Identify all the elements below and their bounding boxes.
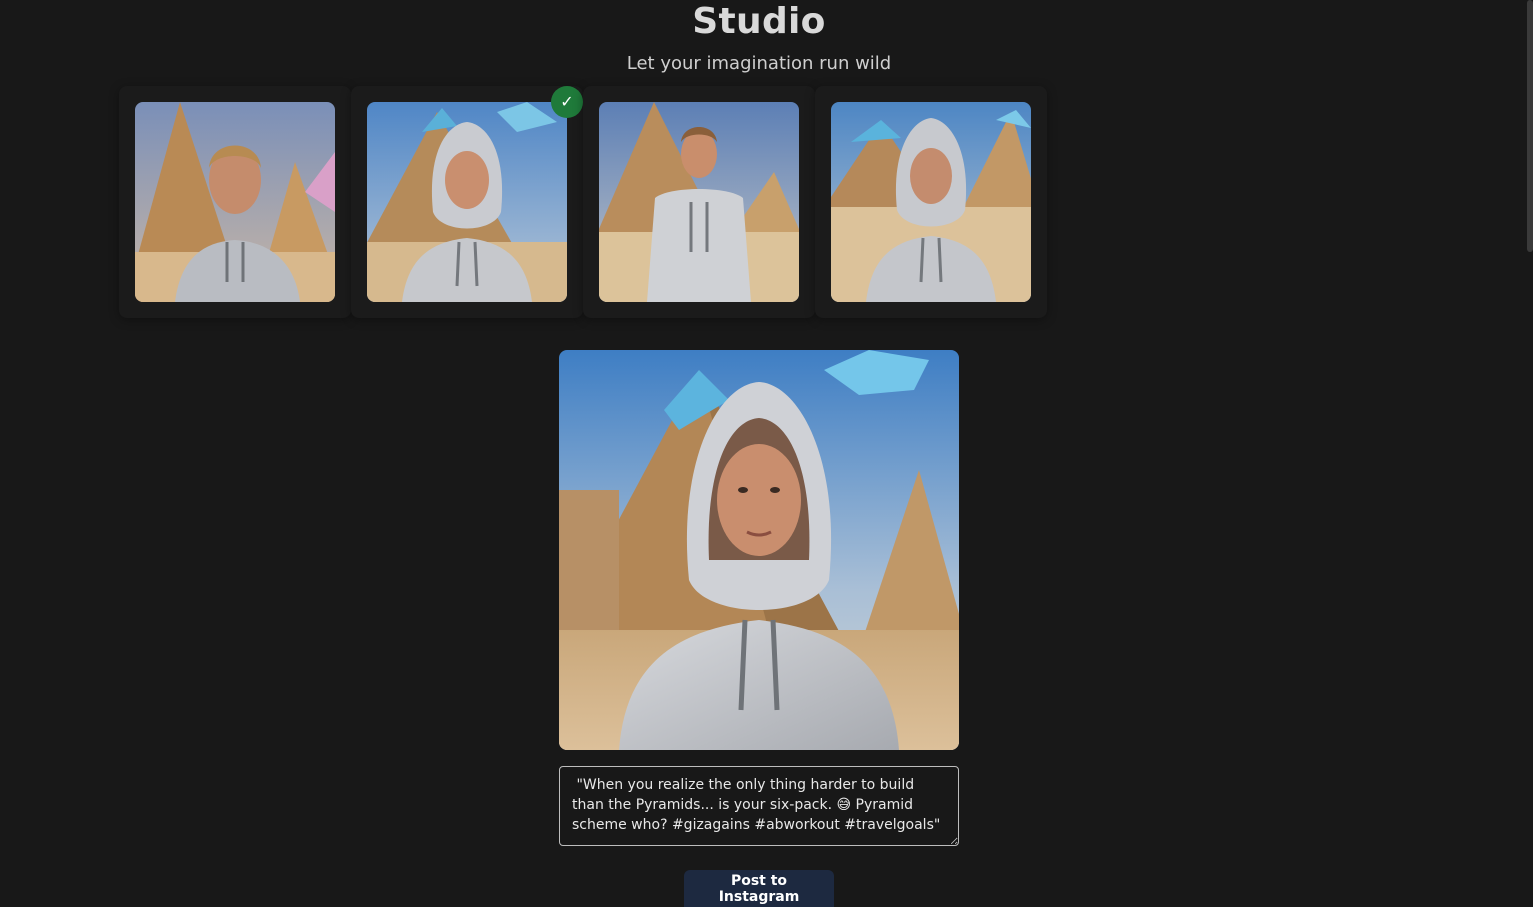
thumbnail-image-3 [599,102,799,302]
page-scrollbar[interactable] [1527,0,1533,252]
thumbnail-gallery: ✓ [119,86,1047,318]
thumbnail-4[interactable] [815,86,1047,318]
page-title: Studio [692,1,826,42]
studio-page: Studio Let your imagination run wild ✓ "… [0,0,1533,907]
thumbnail-2[interactable]: ✓ [351,86,583,318]
preview-image [559,350,959,750]
thumbnail-3[interactable] [583,86,815,318]
thumbnail-1[interactable] [119,86,351,318]
selected-image-preview [559,350,959,750]
post-to-instagram-button[interactable]: Post to Instagram [684,870,834,907]
thumbnail-image-1 [135,102,335,302]
thumbnail-image-4 [831,102,1031,302]
selected-check-icon: ✓ [551,86,583,118]
thumbnail-image-2 [367,102,567,302]
caption-textarea[interactable]: "When you realize the only thing harder … [559,766,959,846]
page-subtitle: Let your imagination run wild [626,53,892,74]
